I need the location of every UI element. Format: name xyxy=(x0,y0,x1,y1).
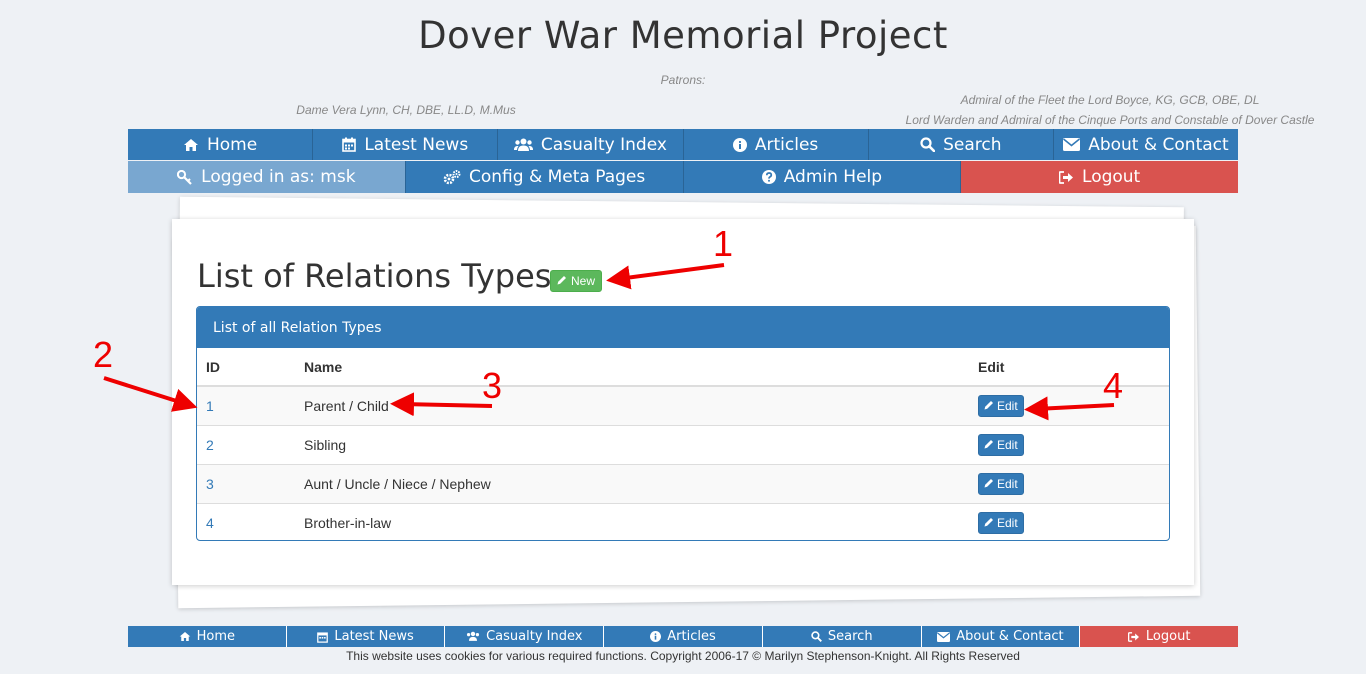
row-id-link[interactable]: 3 xyxy=(206,476,214,492)
annotation-number-2: 2 xyxy=(93,334,114,375)
nav-home[interactable]: Home xyxy=(128,129,314,160)
edit-button[interactable]: Edit xyxy=(978,512,1024,534)
pencil-icon xyxy=(984,438,994,452)
admin-nav: Logged in as: msk Config & Meta Pages Ad… xyxy=(128,161,1238,193)
nav-latest-news-label: Latest News xyxy=(364,134,469,155)
envelope-icon xyxy=(937,631,951,642)
col-edit: Edit xyxy=(969,348,1169,387)
panel-heading: List of all Relation Types xyxy=(197,307,1169,348)
nav-latest-news[interactable]: Latest News xyxy=(313,129,499,160)
annotation-number-1: 1 xyxy=(713,223,734,264)
row-id-link[interactable]: 1 xyxy=(206,398,214,414)
users-icon xyxy=(513,138,533,152)
pencil-icon xyxy=(984,399,994,413)
footer-latest-news-label: Latest News xyxy=(334,629,414,644)
edit-button[interactable]: Edit xyxy=(978,473,1024,495)
edit-button[interactable]: Edit xyxy=(978,434,1024,456)
key-icon xyxy=(177,169,193,185)
edit-label: Edit xyxy=(997,399,1018,413)
nav-search[interactable]: Search xyxy=(868,129,1054,160)
envelope-icon xyxy=(1063,138,1081,151)
home-icon xyxy=(179,631,191,642)
nav-config-meta[interactable]: Config & Meta Pages xyxy=(405,161,684,193)
new-button-label: New xyxy=(571,274,596,288)
info-circle-icon xyxy=(732,137,747,152)
footer-casualty-index-label: Casualty Index xyxy=(486,629,583,644)
row-name: Parent / Child xyxy=(295,385,969,426)
footer-search-label: Search xyxy=(827,629,873,644)
users-icon xyxy=(466,631,480,642)
pencil-icon xyxy=(557,274,567,288)
cogs-icon xyxy=(443,169,461,185)
row-name: Sibling xyxy=(295,425,969,465)
row-id-link[interactable]: 4 xyxy=(206,515,214,531)
logout-button[interactable]: Logout xyxy=(961,161,1238,193)
footer-nav: Home Latest News Casualty Index Articles… xyxy=(128,626,1239,647)
nav-admin-help[interactable]: Admin Help xyxy=(683,161,962,193)
relation-types-panel: List of all Relation Types ID Name Edit … xyxy=(196,306,1170,541)
relation-types-table: ID Name Edit 1 Parent / Child Edit 2 Sib… xyxy=(197,348,1169,540)
nav-search-label: Search xyxy=(943,134,1002,155)
table-row: 1 Parent / Child Edit xyxy=(197,385,1169,426)
nav-casualty-index[interactable]: Casualty Index xyxy=(498,129,684,160)
footer-articles-label: Articles xyxy=(667,629,716,644)
info-circle-icon xyxy=(650,631,662,642)
annotation-number-4: 4 xyxy=(1103,365,1124,406)
pencil-icon xyxy=(984,477,994,491)
row-name: Brother-in-law xyxy=(295,503,969,540)
annotation-number-3: 3 xyxy=(482,365,503,406)
footer-nav-articles[interactable]: Articles xyxy=(604,626,763,647)
nav-about-contact-label: About & Contact xyxy=(1088,134,1229,155)
patrons-label: Patrons: xyxy=(660,73,706,87)
nav-about-contact[interactable]: About & Contact xyxy=(1053,129,1239,160)
row-name: Aunt / Uncle / Niece / Nephew xyxy=(295,464,969,504)
site-title: Dover War Memorial Project xyxy=(418,14,948,57)
edit-label: Edit xyxy=(997,438,1018,452)
table-row: 2 Sibling Edit xyxy=(197,425,1169,465)
nav-casualty-index-label: Casualty Index xyxy=(540,134,667,155)
footer-logout-label: Logout xyxy=(1145,629,1191,644)
copyright-notice: This website uses cookies for various re… xyxy=(346,649,1020,663)
question-circle-icon xyxy=(761,170,776,184)
calendar-icon xyxy=(342,137,357,152)
search-icon xyxy=(920,137,936,152)
new-relation-type-button[interactable]: New xyxy=(550,270,603,292)
table-header-row: ID Name Edit xyxy=(197,348,1169,387)
home-icon xyxy=(183,138,199,152)
search-icon xyxy=(811,631,822,642)
nav-articles[interactable]: Articles xyxy=(683,129,869,160)
page-title: List of Relations Types xyxy=(197,257,552,295)
patron-lord-boyce: Admiral of the Fleet the Lord Boyce, KG,… xyxy=(960,93,1260,107)
edit-label: Edit xyxy=(997,477,1018,491)
footer-nav-search[interactable]: Search xyxy=(762,626,922,647)
calendar-icon xyxy=(317,631,329,643)
logout-label: Logout xyxy=(1082,167,1141,187)
nav-admin-help-label: Admin Help xyxy=(783,167,883,187)
col-id: ID xyxy=(197,348,295,387)
footer-nav-home[interactable]: Home xyxy=(128,626,287,647)
footer-about-contact-label: About & Contact xyxy=(956,629,1064,644)
nav-articles-label: Articles xyxy=(754,134,819,155)
table-row: 3 Aunt / Uncle / Niece / Nephew Edit xyxy=(197,464,1169,504)
edit-button[interactable]: Edit xyxy=(978,395,1024,417)
table-row: 4 Brother-in-law Edit xyxy=(197,503,1169,540)
col-name: Name xyxy=(295,348,969,387)
footer-logout-button[interactable]: Logout xyxy=(1080,626,1239,647)
footer-home-label: Home xyxy=(196,629,236,644)
edit-label: Edit xyxy=(997,516,1018,530)
row-id-link[interactable]: 2 xyxy=(206,437,214,453)
pencil-icon xyxy=(984,516,994,530)
footer-nav-about-contact[interactable]: About & Contact xyxy=(921,626,1081,647)
patron-vera-lynn: Dame Vera Lynn, CH, DBE, LL.D, M.Mus xyxy=(296,103,516,117)
logged-in-user[interactable]: Logged in as: msk xyxy=(128,161,406,193)
main-nav: Home Latest News Casualty Index Articles… xyxy=(128,129,1239,160)
sign-out-icon xyxy=(1127,631,1140,642)
nav-config-meta-label: Config & Meta Pages xyxy=(469,167,646,187)
sign-out-icon xyxy=(1059,170,1074,184)
footer-nav-casualty-index[interactable]: Casualty Index xyxy=(445,626,605,647)
footer-nav-latest-news[interactable]: Latest News xyxy=(286,626,446,647)
nav-home-label: Home xyxy=(206,134,258,155)
patron-lord-warden: Lord Warden and Admiral of the Cinque Po… xyxy=(905,113,1315,127)
logged-in-label: Logged in as: msk xyxy=(201,167,356,187)
